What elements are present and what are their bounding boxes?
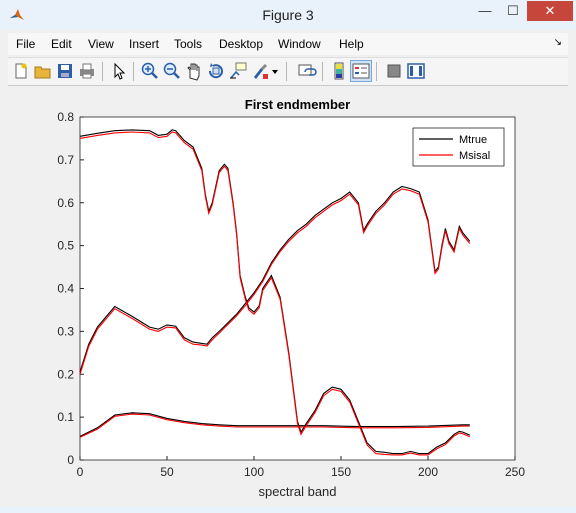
colorbar-icon[interactable] [329,61,349,81]
chart-title: First endmember [245,97,350,112]
minimize-button[interactable]: — [470,1,500,21]
y-tick-label: 0.6 [57,196,74,210]
y-tick-label: 0.4 [57,282,74,296]
legend[interactable]: Mtrue Msisal [412,127,505,167]
menu-bar: File Edit View Insert Tools Desktop Wind… [8,33,568,55]
save-icon[interactable] [55,61,75,81]
menu-edit[interactable]: Edit [51,37,72,51]
y-tick-label: 0.1 [57,410,74,424]
menu-file[interactable]: File [16,37,35,51]
x-tick-label: 100 [244,465,264,479]
toolbar-separator [133,62,134,81]
data-cursor-icon[interactable] [228,61,248,81]
x-tick-label: 200 [418,465,438,479]
pointer-icon[interactable] [109,61,129,81]
figure-canvas: 0 50 100 150 200 250 0 0.1 0.2 0.3 0.4 0.5 0.6 0.7 0.8… [8,86,568,506]
open-file-icon[interactable] [33,61,53,81]
menu-window[interactable]: Window [278,37,321,51]
y-tick-label: 0 [67,453,74,467]
y-tick-label: 0.2 [57,367,74,381]
toolbar-separator [102,62,103,81]
print-icon[interactable] [77,61,97,81]
x-tick-label: 0 [77,465,84,479]
maximize-button[interactable]: ☐ [500,1,526,21]
y-tick-label: 0.5 [57,239,74,253]
y-tick-label: 0.8 [57,110,74,124]
brush-dropdown-icon[interactable] [270,61,280,81]
menu-tools[interactable]: Tools [174,37,202,51]
x-tick-label: 150 [331,465,351,479]
toolbar-separator [286,62,287,81]
new-figure-icon[interactable] [11,61,31,81]
link-plot-icon[interactable] [297,61,317,81]
zoom-in-icon[interactable] [140,61,160,81]
menu-insert[interactable]: Insert [129,37,159,51]
menu-view[interactable]: View [88,37,114,51]
x-tick-label: 50 [160,465,174,479]
hide-plot-tools-icon[interactable] [384,61,404,81]
x-axis-label: spectral band [258,484,336,499]
dock-arrow-icon[interactable]: ↘ [554,37,562,48]
toolbar-separator [322,62,323,81]
zoom-out-icon[interactable] [162,61,182,81]
window-bottom-border [0,507,576,513]
figure-toolbar [8,57,568,86]
figure-window: Figure 3 — ☐ ✕ File Edit View Insert Too… [0,0,576,513]
y-tick-label: 0.3 [57,324,74,338]
legend-label-msisal: Msisal [459,150,490,162]
title-bar: Figure 3 — ☐ ✕ [0,0,576,30]
menu-help[interactable]: Help [339,37,364,51]
show-plot-tools-icon[interactable] [406,61,426,81]
line-chart[interactable]: 0 50 100 150 200 250 0 0.1 0.2 0.3 0.4 0.5 0.6 0.7 0.8… [8,86,568,506]
brush-icon[interactable] [250,61,270,81]
close-button[interactable]: ✕ [527,1,573,21]
y-tick-label: 0.7 [57,153,74,167]
menu-desktop[interactable]: Desktop [219,37,263,51]
axes-background [79,116,516,461]
legend-icon[interactable] [350,60,372,82]
rotate-3d-icon[interactable] [206,61,226,81]
x-tick-label: 250 [505,465,525,479]
toolbar-separator [376,62,377,81]
legend-label-mtrue: Mtrue [459,134,487,146]
pan-icon[interactable] [184,61,204,81]
